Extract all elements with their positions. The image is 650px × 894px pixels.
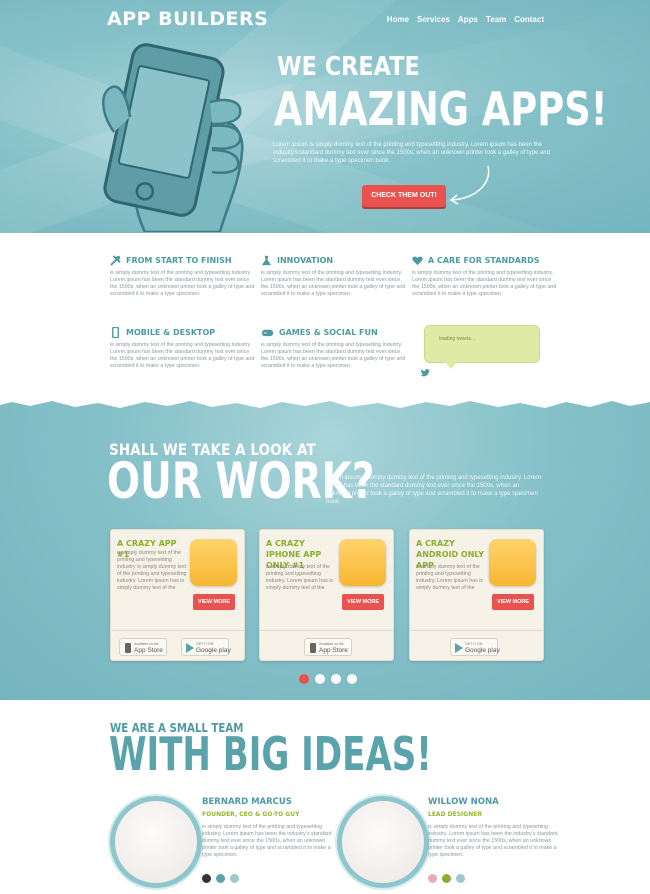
carousel-dot-3[interactable] (331, 674, 341, 684)
feature-title: FROM START TO FINISH (126, 256, 232, 265)
dribbble-icon[interactable] (428, 874, 437, 883)
tools-icon (110, 255, 121, 266)
nav-home[interactable]: Home (387, 15, 409, 24)
app-store-badge[interactable]: Available on the App Store (304, 638, 352, 656)
nav-apps[interactable]: Apps (458, 15, 478, 24)
member-role: LEAD DESIGNER (428, 811, 482, 818)
app-store-badge[interactable]: Available on the App Store (119, 638, 167, 656)
features-section: FROM START TO FINISH is simply dummy tex… (0, 233, 650, 413)
google-play-badge[interactable]: GET IT ON Google play (450, 638, 500, 656)
hero-text: Lorem ipsum is simply dummy text of the … (273, 142, 550, 164)
member-bio: is simply dummy text of the printing and… (202, 824, 332, 858)
app-card: A CRAZY IPHONE APP ONLY #1 is simply dum… (259, 529, 394, 661)
carousel-dot-1[interactable] (299, 674, 309, 684)
app-card: A CRAZY ANDROID ONLY APP is simply dummy… (409, 529, 544, 661)
app-icon (489, 539, 536, 586)
google-play-badge[interactable]: GET IT ON Google play (181, 638, 231, 656)
app-icon (190, 539, 237, 586)
member-name: WILLOW NONA (428, 797, 499, 807)
view-more-button[interactable]: VIEW MORE (342, 594, 384, 610)
feature-games-social: GAMES & SOCIAL FUN is simply dummy text … (261, 327, 406, 370)
feature-title: A CARE FOR STANDARDS (428, 256, 540, 265)
feature-text: is simply dummy text of the printing and… (261, 342, 406, 369)
feature-mobile-desktop: MOBILE & DESKTOP is simply dummy text of… (110, 327, 255, 370)
twitter-icon[interactable] (420, 368, 431, 377)
twitter-icon[interactable] (230, 874, 239, 883)
app-card-text: is simply dummy text of the printing and… (117, 550, 187, 591)
heart-icon (412, 256, 423, 266)
nav-services[interactable]: Services (417, 15, 450, 24)
tweet-text: loading tweets... (439, 336, 476, 342)
twitter-icon[interactable] (456, 874, 465, 883)
hand-phone-illustration (102, 43, 244, 232)
member-name: BERNARD MARCUS (202, 797, 292, 807)
gamepad-icon (262, 329, 273, 337)
feature-title: MOBILE & DESKTOP (126, 328, 216, 337)
curved-arrow-icon (449, 165, 490, 205)
avatar (337, 796, 429, 888)
app-card-text: is simply dummy text of the printing and… (266, 564, 334, 591)
nav-contact[interactable]: Contact (514, 15, 544, 24)
check-them-out-button[interactable]: CHECK THEM OUT! (362, 185, 446, 207)
android-icon[interactable] (442, 874, 451, 883)
view-more-button[interactable]: VIEW MORE (492, 594, 534, 610)
hero-subtitle: WE CREATE (277, 52, 420, 82)
apple-icon (125, 643, 131, 653)
feature-title: GAMES & SOCIAL FUN (279, 328, 378, 337)
flask-icon (261, 255, 272, 266)
social-icon[interactable] (202, 874, 211, 883)
main-nav: Home Services Apps Team Contact (387, 15, 544, 24)
mobile-icon (112, 327, 119, 338)
carousel-dot-4[interactable] (347, 674, 357, 684)
app-card-text: is simply dummy text of the printing and… (416, 564, 484, 591)
view-more-button[interactable]: VIEW MORE (193, 594, 235, 610)
app-icon (339, 539, 386, 586)
facebook-icon[interactable] (216, 874, 225, 883)
feature-text: is simply dummy text of the printing and… (110, 270, 255, 297)
carousel-dot-2[interactable] (315, 674, 325, 684)
feature-text: is simply dummy text of the printing and… (110, 342, 255, 369)
torn-paper-edge (0, 392, 650, 408)
feature-text: is simply dummy text of the printing and… (412, 270, 557, 297)
work-text: Lorem ipsum is simply dummy text of the … (326, 475, 541, 505)
play-icon (186, 643, 194, 653)
apple-icon (310, 643, 316, 653)
avatar (110, 796, 202, 888)
logo[interactable]: APP BUILDERS (107, 8, 268, 30)
member-role: FOUNDER, CEO & GO-TO GUY (202, 811, 300, 818)
team-title: WITH BIG IDEAS! (109, 727, 432, 781)
feature-title: INNOVATION (277, 256, 334, 265)
hero-title: AMAZING APPS! (274, 82, 608, 136)
member-bio: is simply dummy text of the printing and… (428, 824, 558, 858)
feature-standards: A CARE FOR STANDARDS is simply dummy tex… (412, 255, 557, 298)
feature-innovation: INNOVATION is simply dummy text of the p… (261, 255, 406, 298)
feature-start-to-finish: FROM START TO FINISH is simply dummy tex… (110, 255, 255, 298)
play-icon (455, 643, 463, 653)
app-card: A CRAZY APP #1 is simply dummy text of t… (110, 529, 245, 661)
tweet-bubble: loading tweets... (424, 325, 540, 369)
carousel-dots (299, 674, 357, 684)
nav-team[interactable]: Team (486, 15, 506, 24)
feature-text: is simply dummy text of the printing and… (261, 270, 406, 297)
